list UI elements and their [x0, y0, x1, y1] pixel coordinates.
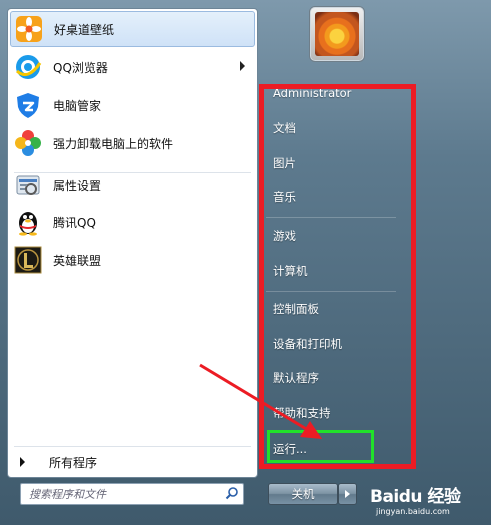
target-box	[267, 430, 374, 463]
programs-panel: 好桌道壁纸 QQ浏览器 电脑管家 强力卸载电脑上的软件 属性设置 腾讯QQ 英雄…	[7, 8, 258, 478]
all-programs-label: 所有程序	[49, 455, 98, 470]
program-label: 好桌道壁纸	[54, 22, 115, 37]
watermark-url: jingyan.baidu.com	[376, 507, 450, 516]
submenu-arrow-icon[interactable]	[240, 61, 245, 71]
program-league-of-legends[interactable]: 英雄联盟	[10, 243, 253, 277]
search-input[interactable]	[27, 485, 221, 503]
program-tencent-qq[interactable]: 腾讯QQ	[10, 205, 253, 239]
flower-avatar-icon	[315, 12, 359, 56]
program-qq-browser[interactable]: QQ浏览器	[10, 50, 253, 84]
program-label: 强力卸载电脑上的软件	[53, 136, 174, 151]
program-wallpaper[interactable]: 好桌道壁纸	[10, 11, 255, 47]
divider	[14, 446, 251, 447]
triangle-right-icon	[20, 457, 25, 467]
highlight-box	[259, 84, 416, 469]
program-label: 腾讯QQ	[53, 215, 96, 230]
user-picture[interactable]	[309, 6, 365, 62]
program-pc-manager[interactable]: 电脑管家	[10, 88, 253, 122]
watermark-brand: Baidu 经验	[370, 487, 461, 507]
shutdown-button[interactable]: 关机	[268, 483, 338, 505]
program-label: QQ浏览器	[53, 60, 108, 75]
league-l-icon	[13, 245, 43, 275]
shield-icon	[13, 90, 43, 120]
baidu-watermark: Baidu 经验 jingyan.baidu.com	[362, 480, 488, 524]
chevron-right-icon	[345, 490, 350, 498]
program-label: 英雄联盟	[53, 253, 102, 268]
qq-browser-icon	[13, 52, 43, 82]
program-label: 属性设置	[53, 178, 102, 193]
shutdown-options-button[interactable]	[338, 483, 357, 505]
penguin-icon	[13, 207, 43, 237]
orange-flower-icon	[14, 14, 44, 44]
search-icon[interactable]	[225, 486, 239, 500]
all-programs-button[interactable]: 所有程序	[18, 448, 250, 476]
settings-tool-icon	[13, 170, 43, 200]
search-box[interactable]	[20, 483, 244, 505]
colorful-clover-icon	[13, 128, 43, 158]
program-uninstaller[interactable]: 强力卸载电脑上的软件	[10, 126, 253, 160]
program-label: 电脑管家	[53, 98, 102, 113]
program-properties[interactable]: 属性设置	[10, 168, 253, 202]
